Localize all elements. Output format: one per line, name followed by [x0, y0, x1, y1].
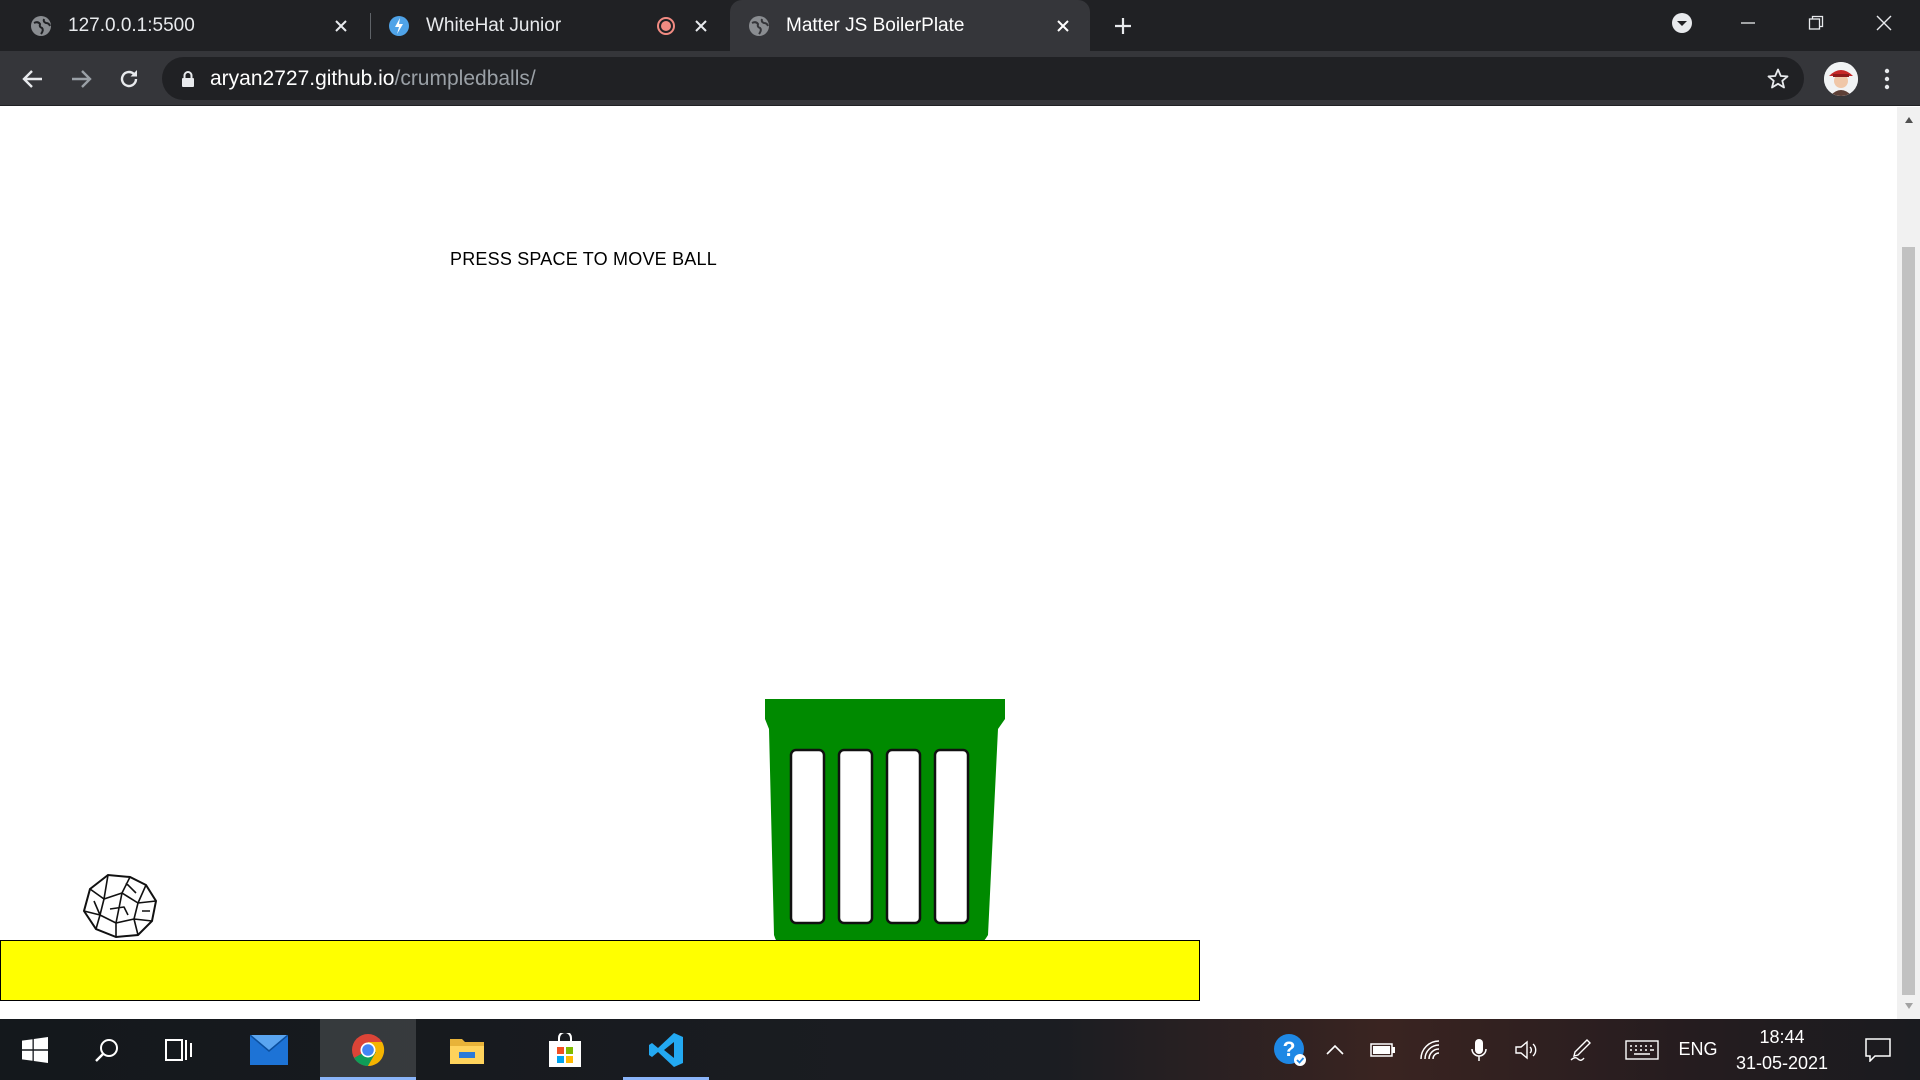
chevron-down-icon	[1672, 12, 1692, 33]
svg-text:?: ?	[1283, 1038, 1296, 1061]
notification-icon	[1865, 1037, 1891, 1062]
task-view-icon	[165, 1038, 192, 1061]
new-tab-button[interactable]	[1108, 11, 1138, 41]
avatar-icon	[1824, 62, 1858, 96]
keyboard-icon	[1625, 1039, 1659, 1060]
close-tab-icon[interactable]	[688, 13, 714, 39]
dustbin	[765, 699, 1005, 949]
start-icon	[22, 1036, 48, 1063]
battery-button[interactable]	[1366, 1019, 1400, 1080]
taskbar-clock[interactable]: 18:44 31-05-2021	[1726, 1019, 1838, 1080]
show-hidden-icons-button[interactable]	[1318, 1019, 1352, 1080]
tab-search-button[interactable]	[1652, 0, 1712, 45]
browser-menu-button[interactable]	[1872, 62, 1902, 96]
tab-localhost[interactable]: 127.0.0.1:5500	[0, 0, 368, 51]
url-path: /crumpledballs/	[394, 66, 536, 90]
network-button[interactable]	[1414, 1019, 1448, 1080]
reload-button[interactable]	[112, 62, 146, 96]
volume-button[interactable]	[1510, 1019, 1544, 1080]
browser-toolbar: aryan2727.github.io/crumpledballs/	[0, 51, 1920, 106]
instruction-text: PRESS SPACE TO MOVE BALL	[450, 249, 717, 269]
crumpled-paper-ball	[82, 873, 158, 939]
chrome-app-button[interactable]	[320, 1019, 416, 1080]
browser-tab-strip: 127.0.0.1:5500 WhiteHat Junior Matter JS…	[0, 0, 1920, 51]
vscode-icon	[649, 1032, 683, 1067]
microphone-button[interactable]	[1462, 1019, 1496, 1080]
tab-separator	[370, 13, 371, 39]
reload-icon	[120, 70, 138, 88]
ground	[0, 940, 1200, 1001]
profile-avatar[interactable]	[1824, 62, 1858, 96]
recording-icon	[656, 16, 676, 36]
chrome-icon	[352, 1033, 385, 1066]
tab-title: Matter JS BoilerPlate	[786, 14, 965, 36]
input-language-button[interactable]: ENG	[1674, 1019, 1722, 1080]
microphone-icon	[1471, 1038, 1487, 1061]
back-button[interactable]	[16, 62, 50, 96]
clock-time: 18:44	[1759, 1026, 1805, 1047]
minimize-icon	[1741, 21, 1755, 24]
help-icon: ?	[1274, 1033, 1306, 1066]
store-app-button[interactable]	[530, 1019, 600, 1080]
vscode-app-button[interactable]	[623, 1019, 709, 1080]
close-icon	[1876, 15, 1892, 30]
globe-icon	[749, 15, 769, 36]
restore-icon	[1808, 15, 1824, 30]
mail-app-button[interactable]	[234, 1019, 304, 1080]
minimize-button[interactable]	[1718, 0, 1778, 45]
windows-taskbar: ? ENG 18:44 31-05-2021	[0, 1019, 1920, 1080]
scroll-up-button[interactable]	[1897, 107, 1920, 133]
forward-button[interactable]	[64, 62, 98, 96]
language-indicator: ENG	[1678, 1039, 1718, 1059]
globe-icon	[31, 15, 51, 36]
close-tab-icon[interactable]	[328, 13, 354, 39]
page-scrollbar[interactable]	[1897, 107, 1920, 1019]
tab-title: WhiteHat Junior	[426, 14, 562, 36]
file-explorer-icon	[450, 1038, 484, 1064]
touch-keyboard-button[interactable]	[1620, 1019, 1664, 1080]
help-tray-button[interactable]: ?	[1268, 1019, 1312, 1080]
triangle-down-icon	[1904, 1003, 1913, 1009]
start-button[interactable]	[0, 1019, 70, 1080]
search-button[interactable]	[72, 1019, 142, 1080]
scroll-down-button[interactable]	[1897, 993, 1920, 1019]
clock-date: 31-05-2021	[1735, 1052, 1829, 1073]
tab-title: 127.0.0.1:5500	[68, 14, 195, 36]
whitehat-icon	[389, 15, 409, 36]
tab-matter-js[interactable]: Matter JS BoilerPlate	[730, 0, 1090, 51]
store-icon	[549, 1032, 581, 1067]
pen-icon	[1570, 1038, 1591, 1061]
close-tab-icon[interactable]	[1050, 13, 1076, 39]
tab-whitehat[interactable]: WhiteHat Junior	[372, 0, 728, 51]
wifi-icon	[1420, 1039, 1440, 1059]
mail-icon	[250, 1034, 288, 1065]
page-viewport[interactable]: PRESS SPACE TO MOVE BALL	[0, 107, 1897, 1019]
scroll-thumb[interactable]	[1902, 247, 1915, 995]
arrow-left-icon	[22, 70, 42, 88]
bookmark-star-icon[interactable]	[1766, 67, 1790, 91]
address-bar[interactable]: aryan2727.github.io/crumpledballs/	[162, 57, 1804, 100]
file-explorer-button[interactable]	[432, 1019, 502, 1080]
close-window-button[interactable]	[1854, 0, 1914, 45]
plus-icon	[1115, 18, 1131, 34]
triangle-up-icon	[1904, 117, 1913, 123]
action-center-button[interactable]	[1850, 1019, 1906, 1080]
more-vertical-icon	[1884, 68, 1890, 90]
task-view-button[interactable]	[144, 1019, 214, 1080]
arrow-right-icon	[72, 70, 92, 88]
pen-workspace-button[interactable]	[1564, 1019, 1598, 1080]
url-host: aryan2727.github.io	[210, 66, 395, 90]
chevron-up-icon	[1326, 1044, 1344, 1055]
lock-icon	[182, 70, 194, 87]
restore-button[interactable]	[1786, 0, 1846, 45]
battery-icon	[1370, 1042, 1395, 1057]
speaker-icon	[1515, 1040, 1537, 1059]
search-icon	[95, 1038, 118, 1062]
